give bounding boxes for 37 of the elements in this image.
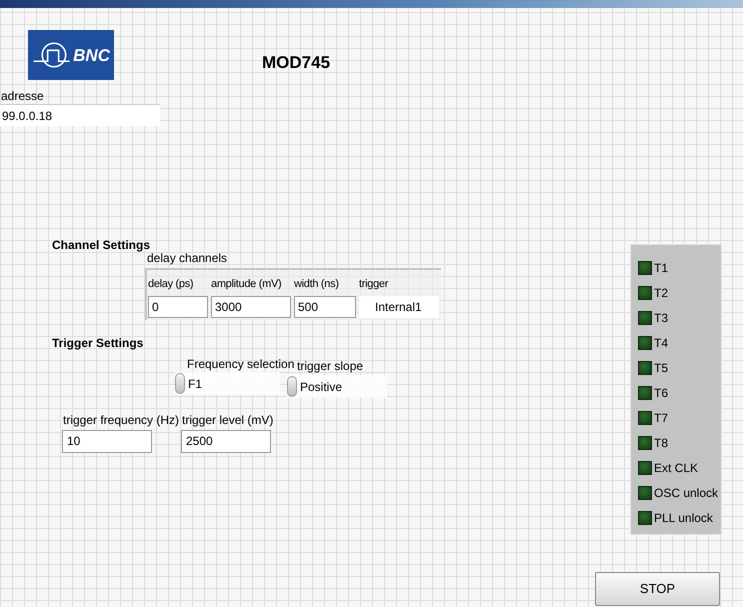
address-field[interactable]: 99.0.0.18 [0,104,160,126]
array-label: delay channels [147,251,228,267]
section-heading: Channel Settings [52,237,150,253]
indicator-label: T6 [654,384,668,402]
section-heading: Trigger Settings [52,335,144,352]
stop-button[interactable]: STOP [595,572,720,606]
numeric-field[interactable]: 500 [294,296,356,318]
numeric-field[interactable]: 10 [62,430,152,453]
spinner-icon[interactable] [175,373,185,394]
indicator-label: T1 [654,260,668,276]
numeric-field[interactable]: 2500 [181,430,271,453]
field-label: trigger level (mV) [182,412,274,429]
indicator-label: T8 [654,434,668,452]
field-label: trigger frequency (Hz) [63,412,180,429]
numeric-field[interactable]: 0 [148,296,208,318]
column-header: amplitude (mV) [211,277,282,292]
indicator-label: T4 [654,334,668,352]
numeric-field[interactable]: 3000 [211,296,291,318]
indicator-label: OSC unlock [654,484,718,502]
indicator-label: PLL unlock [654,510,713,526]
column-header: width (ns) [294,277,339,292]
ring-selector[interactable]: Internal1 [359,296,439,318]
ring-selector[interactable]: F1 [175,372,280,395]
indicator-label: T7 [654,410,668,426]
panel-title: MOD745 [262,52,330,74]
field-label: trigger slope [297,358,364,375]
field-label: adresse [1,88,44,105]
ring-selector[interactable]: Positive [287,375,387,398]
indicator-label: Ext CLK [654,460,698,476]
column-header: trigger [359,277,388,292]
indicator-label: T3 [654,310,668,326]
indicator-label: T2 [654,284,668,302]
field-label: Frequency selection [187,356,294,373]
logo: BNC [28,30,114,80]
column-header: delay (ps) [148,277,194,292]
indicator-label: T5 [654,360,668,376]
spinner-icon[interactable] [287,376,297,397]
